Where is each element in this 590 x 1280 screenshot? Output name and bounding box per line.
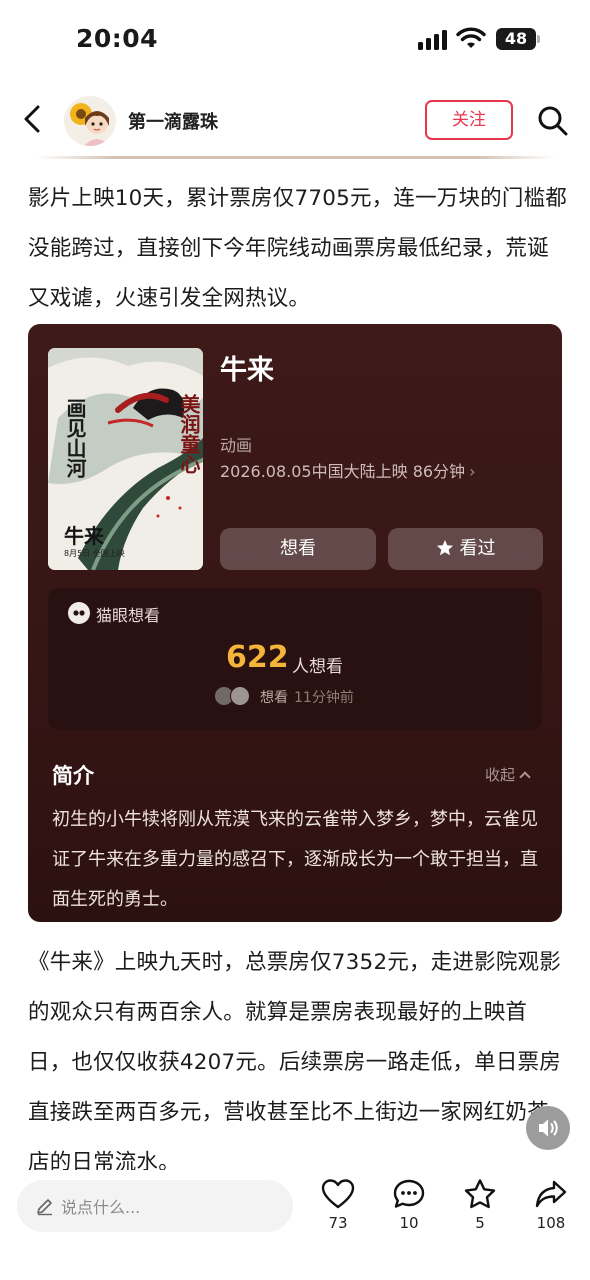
search-icon[interactable]: [536, 104, 570, 138]
share-button[interactable]: 108: [521, 1178, 581, 1242]
author-avatar[interactable]: [64, 96, 116, 146]
poster-movie-name: 牛来: [64, 524, 104, 548]
want-label: 想看: [280, 538, 316, 559]
status-bar: 20:04 48: [0, 0, 590, 80]
comment-button[interactable]: 10: [379, 1178, 439, 1242]
comment-input[interactable]: 说点什么...: [17, 1180, 293, 1232]
comment-count: 10: [399, 1214, 419, 1232]
bottom-action-bar: 说点什么... 73 10 5 108: [0, 1170, 590, 1280]
comment-bubble-icon: [393, 1179, 425, 1208]
favorite-count: 5: [475, 1214, 485, 1232]
seen-label: 看过: [459, 538, 496, 559]
star-icon: [436, 540, 453, 556]
heart-icon: [321, 1179, 355, 1209]
header-divider: [36, 156, 556, 159]
maoyan-logo-icon: [68, 602, 90, 624]
article-paragraph: 《牛来》上映九天时，总票房仅7352元，走进影院观影的观众只有两百余人。就算是票…: [28, 950, 561, 1175]
wifi-icon: [456, 27, 486, 48]
want-to-watch-button[interactable]: 想看: [220, 528, 376, 570]
collapse-label: 收起: [485, 766, 516, 784]
pen-icon: [37, 1199, 52, 1216]
comment-placeholder: 说点什么...: [61, 1198, 141, 1217]
movie-card[interactable]: 画见山河 美润童心 牛来 8月5日 全国上映 牛来 动画 2026.08.05中…: [28, 324, 562, 922]
intro-title: 简介: [52, 764, 94, 788]
article-paragraph: 影片上映10天，累计票房仅7705元，连一万块的门槛都没能跨过，直接创下今年院线…: [28, 186, 567, 311]
recent-user-avatars: [214, 686, 252, 706]
follow-button[interactable]: 关注: [425, 100, 513, 140]
back-icon[interactable]: [18, 102, 48, 136]
like-count: 73: [328, 1214, 348, 1232]
chevron-up-icon: [519, 771, 531, 783]
favorite-button[interactable]: 5: [450, 1178, 510, 1242]
collapse-button[interactable]: 收起: [485, 764, 531, 785]
intro-text: 初生的小牛犊将刚从荒漠飞来的云雀带入梦乡，梦中，云雀见证了牛来在多重力量的感召下…: [52, 809, 538, 910]
share-count: 108: [536, 1214, 566, 1232]
poster-left-title: 画见山河: [63, 398, 87, 478]
movie-genre: 动画: [220, 436, 253, 455]
audio-play-button[interactable]: [526, 1106, 570, 1150]
author-name[interactable]: 第一滴露珠: [128, 108, 218, 134]
battery-icon: 48: [496, 28, 540, 50]
star-icon: [464, 1179, 496, 1209]
article-header: 第一滴露珠 关注: [0, 90, 590, 152]
like-button[interactable]: 73: [308, 1178, 368, 1242]
speaker-icon: [539, 1119, 558, 1137]
poster-date: 8月5日 全国上映: [64, 549, 125, 558]
maoyan-want-panel[interactable]: 猫眼想看 622 人想看 想看 11分钟前: [48, 588, 542, 730]
recent-time: 11分钟前: [294, 690, 354, 706]
movie-release-text: 2026.08.05中国大陆上映 86分钟: [220, 462, 466, 481]
signal-icon: [418, 30, 450, 50]
movie-release-info[interactable]: 2026.08.05中国大陆上映 86分钟 ›: [220, 458, 475, 482]
movie-poster[interactable]: 画见山河 美润童心 牛来 8月5日 全国上映: [48, 348, 203, 570]
share-icon: [535, 1180, 567, 1208]
want-count: 622: [226, 640, 289, 675]
watched-button[interactable]: 看过: [388, 528, 543, 570]
poster-right-title: 美润童心: [177, 394, 201, 474]
recent-action: 想看: [260, 690, 288, 706]
recent-activity: 想看 11分钟前: [260, 687, 354, 707]
maoyan-label: 猫眼想看: [96, 606, 161, 625]
chevron-right-icon: ›: [469, 462, 476, 481]
status-time: 20:04: [76, 24, 159, 53]
want-unit: 人想看: [292, 657, 343, 677]
movie-title[interactable]: 牛来: [220, 348, 274, 387]
battery-level: 48: [496, 28, 536, 50]
